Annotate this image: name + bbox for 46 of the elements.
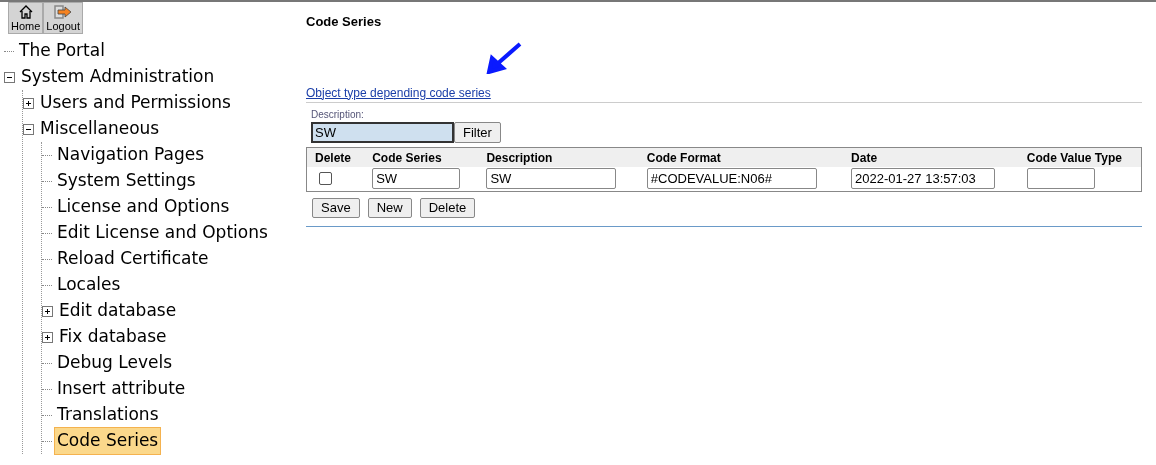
column-header: Delete xyxy=(306,147,365,167)
table-input[interactable]: SW xyxy=(372,167,461,189)
expand-icon[interactable] xyxy=(42,331,53,343)
collapse-icon[interactable] xyxy=(4,71,15,83)
description-field[interactable]: SW xyxy=(311,121,454,143)
tree-item[interactable]: License and Options xyxy=(54,193,233,221)
tree-item[interactable]: Insert attribute xyxy=(54,375,189,403)
column-header: Code Format xyxy=(638,147,844,167)
collapse-icon[interactable] xyxy=(23,123,34,135)
tree-item[interactable]: Navigation Pages xyxy=(54,141,208,169)
home-button[interactable]: Home xyxy=(8,2,44,35)
tree-item[interactable]: Debug Levels xyxy=(54,349,176,377)
table-input[interactable] xyxy=(1026,167,1095,189)
tree-item[interactable]: Users and Permissions xyxy=(37,89,234,117)
tree-item[interactable]: The Portal xyxy=(16,37,108,65)
page-link[interactable]: Object type depending code series xyxy=(306,85,491,100)
pointer-arrow-icon xyxy=(486,41,522,74)
tree-item[interactable]: Miscellaneous xyxy=(37,115,163,143)
tree-item[interactable]: Code Series xyxy=(54,427,162,455)
column-header: Description xyxy=(478,147,639,167)
expand-icon[interactable] xyxy=(42,305,53,317)
table-input[interactable]: SW xyxy=(486,167,617,189)
tree-item[interactable]: System Administration xyxy=(18,63,218,91)
home-icon xyxy=(17,4,34,20)
table-input[interactable]: #CODEVALUE:N06# xyxy=(646,167,817,189)
table-input[interactable]: 2022-01-27 13:57:03 xyxy=(851,167,996,189)
exit-arrow-icon xyxy=(53,4,74,20)
tree-item[interactable]: Translations xyxy=(54,401,162,429)
logout-button[interactable]: Logout xyxy=(43,2,83,35)
expand-icon[interactable] xyxy=(23,97,34,109)
new-button[interactable]: New xyxy=(367,197,412,218)
tree-item[interactable]: Reload Certificate xyxy=(54,245,212,273)
tree-item[interactable]: Fix database xyxy=(56,323,170,351)
tree-item[interactable]: Locales xyxy=(54,271,124,299)
column-header: Date xyxy=(843,147,1019,167)
tree-item[interactable]: System Settings xyxy=(54,167,199,195)
delete-checkbox[interactable] xyxy=(319,172,332,186)
tree-item[interactable]: Edit database xyxy=(56,297,180,325)
column-header: Code Series xyxy=(364,147,479,167)
field-label: Description: xyxy=(311,107,365,122)
column-header: Code Value Type xyxy=(1018,147,1142,167)
page-title: Code Series xyxy=(306,13,383,31)
save-button[interactable]: Save xyxy=(312,197,360,218)
filter-button[interactable]: Filter xyxy=(454,121,501,143)
delete-button[interactable]: Delete xyxy=(419,197,476,218)
tree-item[interactable]: Edit License and Options xyxy=(54,219,271,247)
